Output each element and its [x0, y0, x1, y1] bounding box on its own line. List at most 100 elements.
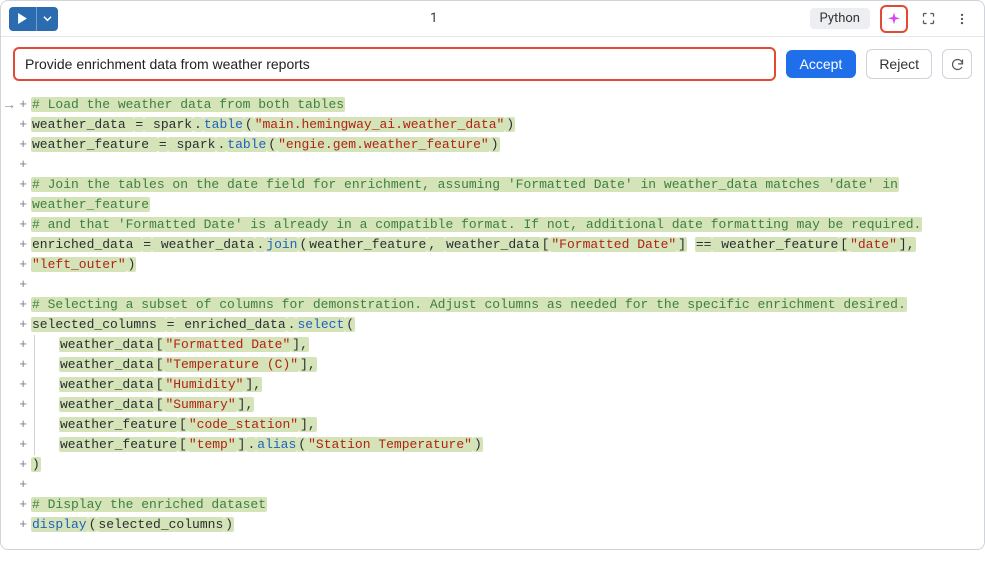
code-content: ) — [31, 455, 974, 475]
code-token: [ — [541, 237, 551, 252]
code-line: +selected_columns = enriched_data.select… — [7, 315, 974, 335]
gutter: + — [7, 275, 31, 295]
diff-add-marker: + — [19, 437, 27, 452]
code-token: "Formatted Date" — [550, 237, 677, 252]
code-token: ( — [267, 137, 277, 152]
code-content: weather_data["Summary"], — [31, 395, 974, 415]
run-button[interactable] — [9, 7, 36, 31]
code-line: +enriched_data = weather_data.join(weath… — [7, 235, 974, 255]
reject-button[interactable]: Reject — [866, 49, 932, 79]
expand-icon — [921, 11, 936, 26]
gutter: + — [7, 135, 31, 155]
code-token: "Humidity" — [164, 377, 244, 392]
code-line: +weather_feature["code_station"], — [7, 415, 974, 435]
gutter: + — [7, 155, 31, 175]
code-content: weather_data["Temperature (C)"], — [31, 355, 974, 375]
code-token: . — [246, 437, 256, 452]
code-token: # Join the tables on the date field for … — [31, 177, 899, 192]
code-line: +weather_data["Humidity"], — [7, 375, 974, 395]
code-token: weather_data — [59, 377, 155, 392]
code-token: # Display the enriched dataset — [31, 497, 267, 512]
code-token: ) — [127, 257, 137, 272]
regenerate-button[interactable] — [942, 49, 972, 79]
code-line: +weather_data["Temperature (C)"], — [7, 355, 974, 375]
play-icon — [17, 13, 28, 24]
code-token: weather_feature — [31, 137, 158, 152]
code-content: weather_feature — [31, 195, 974, 215]
gutter: →+ — [7, 95, 31, 115]
code-token: . — [287, 317, 297, 332]
code-token: weather_data — [445, 237, 541, 252]
language-selector[interactable]: Python — [810, 8, 870, 29]
code-token: table — [226, 137, 267, 152]
code-line: +display(selected_columns) — [7, 515, 974, 535]
code-token: weather_feature — [31, 197, 150, 212]
code-token: selected_columns — [97, 517, 224, 532]
diff-add-marker: + — [19, 157, 27, 172]
code-token: "Summary" — [164, 397, 236, 412]
gutter: + — [7, 315, 31, 335]
code-token: selected_columns — [31, 317, 166, 332]
diff-add-marker: + — [19, 377, 27, 392]
accept-button[interactable]: Accept — [786, 50, 857, 78]
code-line: +weather_feature = spark.table("engie.ge… — [7, 135, 974, 155]
gutter: + — [7, 195, 31, 215]
diff-add-marker: + — [19, 137, 27, 152]
code-token: ( — [345, 317, 355, 332]
code-line: + # and that 'Formatted Date' is already … — [7, 215, 974, 235]
code-content: # Selecting a subset of columns for demo… — [31, 295, 974, 315]
gutter: + — [7, 415, 31, 435]
code-line: + — [7, 275, 974, 295]
code-line: + weather_data["Summary"], — [7, 395, 974, 415]
code-token: weather_feature — [59, 417, 178, 432]
code-token: . — [193, 117, 203, 132]
code-token: "Station Temperature" — [307, 437, 473, 452]
diff-add-marker: + — [19, 117, 27, 132]
code-token: ( — [297, 437, 307, 452]
diff-add-marker: + — [19, 497, 27, 512]
code-token: ] — [677, 237, 687, 252]
cell-toolbar: 1 Python — [1, 1, 984, 37]
ai-prompt-input[interactable] — [13, 47, 776, 81]
gutter: + — [7, 115, 31, 135]
code-token: [ — [839, 237, 849, 252]
code-token — [687, 237, 695, 252]
gutter: + — [7, 235, 31, 255]
code-token: . — [255, 237, 265, 252]
gutter: + — [7, 455, 31, 475]
code-token: ) — [473, 437, 483, 452]
more-menu-button[interactable] — [948, 5, 976, 33]
diff-add-marker: + — [19, 97, 27, 112]
code-content: # Load the weather data from both tables — [31, 95, 974, 115]
code-content: # Display the enriched dataset — [31, 495, 974, 515]
code-token: join — [265, 237, 298, 252]
diff-add-marker: + — [19, 217, 27, 232]
diff-add-marker: + — [19, 237, 27, 252]
refresh-icon — [950, 57, 965, 72]
code-token: [ — [155, 377, 165, 392]
code-token: spark — [168, 137, 217, 152]
code-token: "code_station" — [188, 417, 299, 432]
run-dropdown-button[interactable] — [36, 7, 58, 31]
code-token: "engie.gem.weather_feature" — [277, 137, 490, 152]
diff-add-marker: + — [19, 317, 27, 332]
code-line: +weather_data["Formatted Date"], — [7, 335, 974, 355]
code-token: = — [134, 117, 144, 132]
code-token: = — [142, 237, 152, 252]
code-token: display — [31, 517, 88, 532]
diff-add-marker: + — [19, 397, 27, 412]
code-token: table — [203, 117, 244, 132]
code-token: ) — [505, 117, 515, 132]
gutter: + — [7, 215, 31, 235]
code-token: [ — [155, 397, 165, 412]
expand-button[interactable] — [914, 5, 942, 33]
sparkle-icon — [886, 11, 902, 27]
code-token: weather_feature — [308, 237, 427, 252]
code-token: # Selecting a subset of columns for demo… — [31, 297, 907, 312]
code-token: enriched_data — [31, 237, 142, 252]
ai-assistant-button[interactable] — [880, 5, 908, 33]
code-editor[interactable]: →+# Load the weather data from both tabl… — [1, 91, 984, 549]
diff-add-marker: + — [19, 277, 27, 292]
code-token: # and that 'Formatted Date' is already i… — [31, 217, 922, 232]
code-token: [ — [178, 437, 188, 452]
